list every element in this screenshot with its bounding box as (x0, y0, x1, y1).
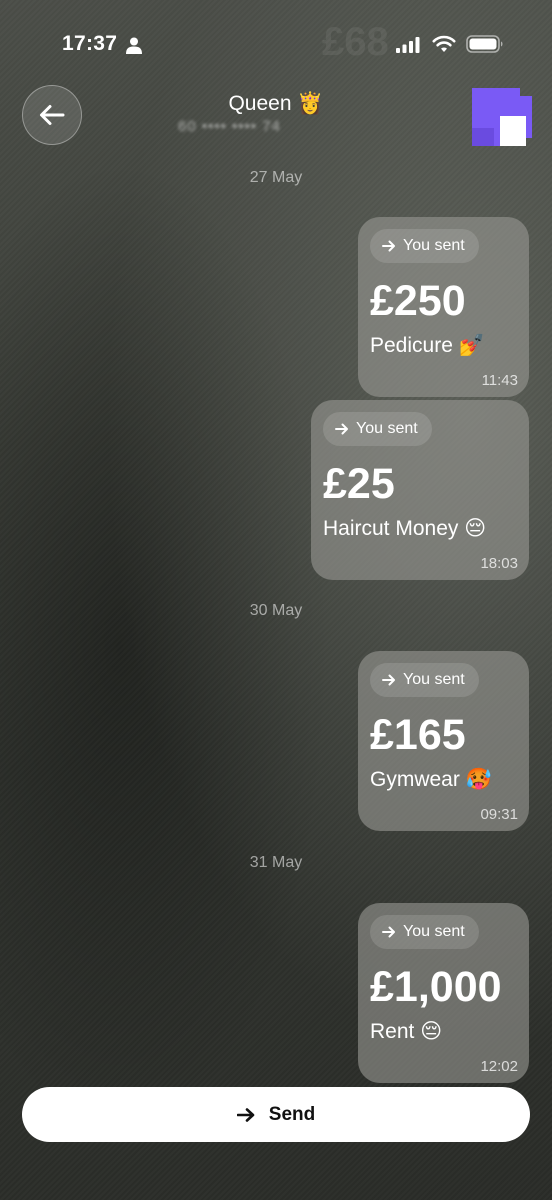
payment-amount: £25 (323, 460, 395, 508)
payment-bubble[interactable]: You sent £165 Gymwear 🥵 09:31 (358, 651, 529, 831)
you-sent-label: You sent (403, 671, 465, 688)
you-sent-label: You sent (403, 923, 465, 940)
status-bar: £68 17:37 (0, 0, 552, 90)
you-sent-pill: You sent (370, 663, 479, 697)
payment-time: 18:03 (480, 555, 518, 572)
payment-bubble[interactable]: You sent £250 Pedicure 💅 11:43 (358, 217, 529, 397)
payment-note: Pedicure 💅 (370, 334, 485, 357)
payment-amount: £1,000 (370, 963, 502, 1011)
background-ghost-amount: £68 (322, 20, 389, 64)
status-time: 17:37 (62, 32, 118, 55)
payment-note: Gymwear 🥵 (370, 768, 492, 791)
you-sent-label: You sent (403, 237, 465, 254)
person-icon (126, 37, 142, 54)
payment-time: 11:43 (481, 372, 518, 389)
arrow-right-icon (382, 926, 395, 938)
you-sent-pill: You sent (323, 412, 432, 446)
payment-bubble[interactable]: You sent £1,000 Rent 😔 12:02 (358, 903, 529, 1083)
date-separator: 27 May (249, 169, 303, 186)
arrow-right-icon (335, 423, 348, 435)
contact-name: Queen 👸 (228, 92, 324, 115)
payment-note: Haircut Money 😔 (323, 517, 487, 540)
date-separator: 30 May (249, 602, 303, 619)
signal-icon (396, 37, 420, 53)
send-button[interactable]: Send (22, 1087, 530, 1142)
payment-time: 09:31 (480, 806, 518, 823)
you-sent-label: You sent (356, 420, 418, 437)
payment-time: 12:02 (480, 1058, 518, 1075)
arrow-right-icon (382, 674, 395, 686)
battery-icon (466, 35, 503, 53)
payment-note: Rent 😔 (370, 1020, 443, 1043)
payment-amount: £165 (370, 711, 466, 759)
contact-account-number: 60 •••• •••• 74 (178, 118, 281, 135)
arrow-right-icon (382, 240, 395, 252)
wifi-icon (432, 35, 456, 52)
payment-amount: £250 (370, 277, 466, 325)
send-label: Send (268, 1103, 316, 1125)
contact-avatar[interactable] (472, 88, 532, 146)
date-separator: 31 May (249, 854, 303, 871)
you-sent-pill: You sent (370, 229, 479, 263)
you-sent-pill: You sent (370, 915, 479, 949)
arrow-right-icon (236, 1107, 255, 1122)
payment-bubble[interactable]: You sent £25 Haircut Money 😔 18:03 (311, 400, 529, 580)
